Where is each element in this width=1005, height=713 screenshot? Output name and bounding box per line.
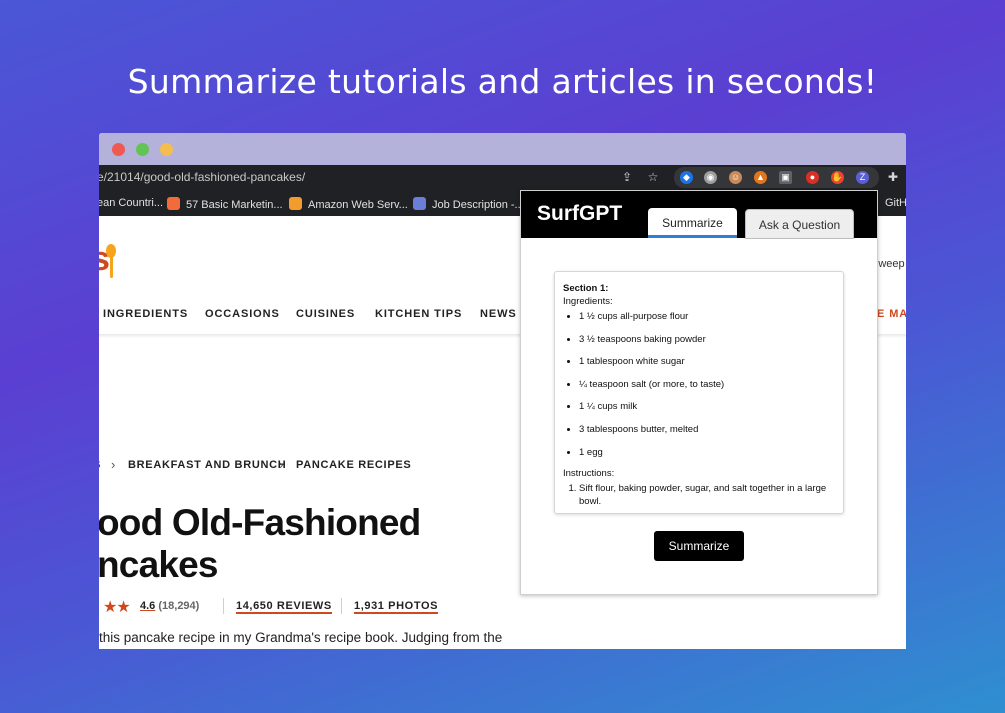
shield-icon xyxy=(413,197,426,210)
window-titlebar xyxy=(99,133,906,165)
bookmark-star-icon[interactable]: ☆ xyxy=(645,169,661,185)
nav-ingredients[interactable]: INGREDIENTS xyxy=(103,308,188,320)
nav-occasions[interactable]: OCCASIONS xyxy=(205,308,280,320)
aws-icon xyxy=(289,197,302,210)
divider xyxy=(223,598,224,614)
photos-link[interactable]: 1,931 PHOTOS xyxy=(354,600,439,614)
bookmark-item[interactable]: Amazon Web Serv... xyxy=(289,197,408,211)
bookmark-item[interactable]: 57 Basic Marketin... xyxy=(167,197,283,211)
record-extension-icon[interactable]: ● xyxy=(806,171,819,184)
recipe-description: this pancake recipe in my Grandma's reci… xyxy=(99,630,503,645)
brand-title: SurfGPT xyxy=(537,202,623,225)
nav-kitchen-tips[interactable]: KITCHEN TIPS xyxy=(375,308,462,320)
list-item: 3 ½ teaspoons baking powder xyxy=(579,333,835,346)
puzzle-extensions-icon[interactable]: ✚ xyxy=(885,169,901,185)
summary-output: Section 1: Ingredients: 1 ½ cups all-pur… xyxy=(554,271,844,514)
extensions-area: ◆ ◉ ☺ ▲ ▣ ● ✋ Z xyxy=(674,167,879,188)
bookmark-item[interactable]: GitH xyxy=(885,197,906,209)
list-item: 1 ¼ cups milk xyxy=(579,400,835,413)
share-icon[interactable]: ⇪ xyxy=(619,169,635,185)
chevron-right-icon: › xyxy=(279,457,284,472)
hubspot-icon xyxy=(167,197,180,210)
list-item: Sift flour, baking powder, sugar, and sa… xyxy=(579,482,835,508)
surfgpt-popup: SurfGPT Summarize Ask a Question Section… xyxy=(520,190,878,595)
zoom-window-button[interactable] xyxy=(136,143,149,156)
minimize-window-button[interactable] xyxy=(160,143,173,156)
rating-count: (18,294) xyxy=(158,600,200,612)
star-rating-icon: ★★ xyxy=(103,599,131,616)
headline: Summarize tutorials and articles in seco… xyxy=(127,62,878,101)
bookmark-label: 57 Basic Marketin... xyxy=(186,199,283,211)
fox-extension-icon[interactable]: ▲ xyxy=(754,171,767,184)
section-title: Section 1: xyxy=(563,283,609,294)
divider xyxy=(341,598,342,614)
address-bar: e/21014/good-old-fashioned-pancakes/ ⇪ ☆… xyxy=(99,165,906,190)
summarize-button[interactable]: Summarize xyxy=(654,531,744,561)
nav-news[interactable]: NEWS xyxy=(480,308,517,320)
spoon-logo-icon xyxy=(106,244,116,280)
instructions-label: Instructions: xyxy=(563,468,615,480)
breadcrumb-item[interactable]: PANCAKE RECIPES xyxy=(296,459,411,471)
face-extension-icon[interactable]: ☺ xyxy=(729,171,742,184)
recipe-title-line-2: ncakes xyxy=(99,544,219,585)
popup-header: SurfGPT Summarize Ask a Question xyxy=(521,191,877,239)
url-field[interactable]: e/21014/good-old-fashioned-pancakes/ xyxy=(99,170,305,184)
close-window-button[interactable] xyxy=(112,143,125,156)
gem-extension-icon[interactable]: ◆ xyxy=(680,171,693,184)
ingredients-label: Ingredients: xyxy=(563,296,613,307)
tab-summarize[interactable]: Summarize xyxy=(648,208,737,238)
instructions-list: Sift flour, baking powder, sugar, and sa… xyxy=(579,482,835,508)
rating: 4.6 (18,294) xyxy=(140,600,199,612)
rating-value: 4.6 xyxy=(140,600,156,612)
window-extension-icon[interactable]: ▣ xyxy=(779,171,792,184)
list-item: 1 ½ cups all-purpose flour xyxy=(579,310,835,323)
breadcrumb-item[interactable]: BREAKFAST AND BRUNCH xyxy=(128,459,286,471)
nav-magazine[interactable]: E MA xyxy=(877,308,906,320)
nav-cuisines[interactable]: CUISINES xyxy=(296,308,355,320)
surfgpt-extension-icon[interactable]: Z xyxy=(856,171,869,184)
camera-extension-icon[interactable]: ◉ xyxy=(704,171,717,184)
list-item: 3 tablespoons butter, melted xyxy=(579,423,835,436)
tab-ask-question[interactable]: Ask a Question xyxy=(745,209,854,239)
breadcrumb-item[interactable]: S xyxy=(99,459,101,471)
ingredients-list: 1 ½ cups all-purpose flour 3 ½ teaspoons… xyxy=(579,310,835,459)
list-item: 1 egg xyxy=(579,446,835,459)
chevron-right-icon: › xyxy=(111,457,116,472)
hand-extension-icon[interactable]: ✋ xyxy=(831,171,844,184)
list-item: ¼ teaspoon salt (or more, to taste) xyxy=(579,378,835,391)
bookmark-label: Amazon Web Serv... xyxy=(308,199,408,211)
bookmark-item[interactable]: ean Countri... xyxy=(99,197,163,209)
list-item: 1 tablespoon white sugar xyxy=(579,355,835,368)
reviews-link[interactable]: 14,650 REVIEWS xyxy=(236,600,332,614)
bookmark-label: Job Description -... xyxy=(432,199,524,211)
recipe-title-line-1: ood Old-Fashioned xyxy=(99,502,421,543)
bookmark-item[interactable]: Job Description -... xyxy=(413,197,524,211)
